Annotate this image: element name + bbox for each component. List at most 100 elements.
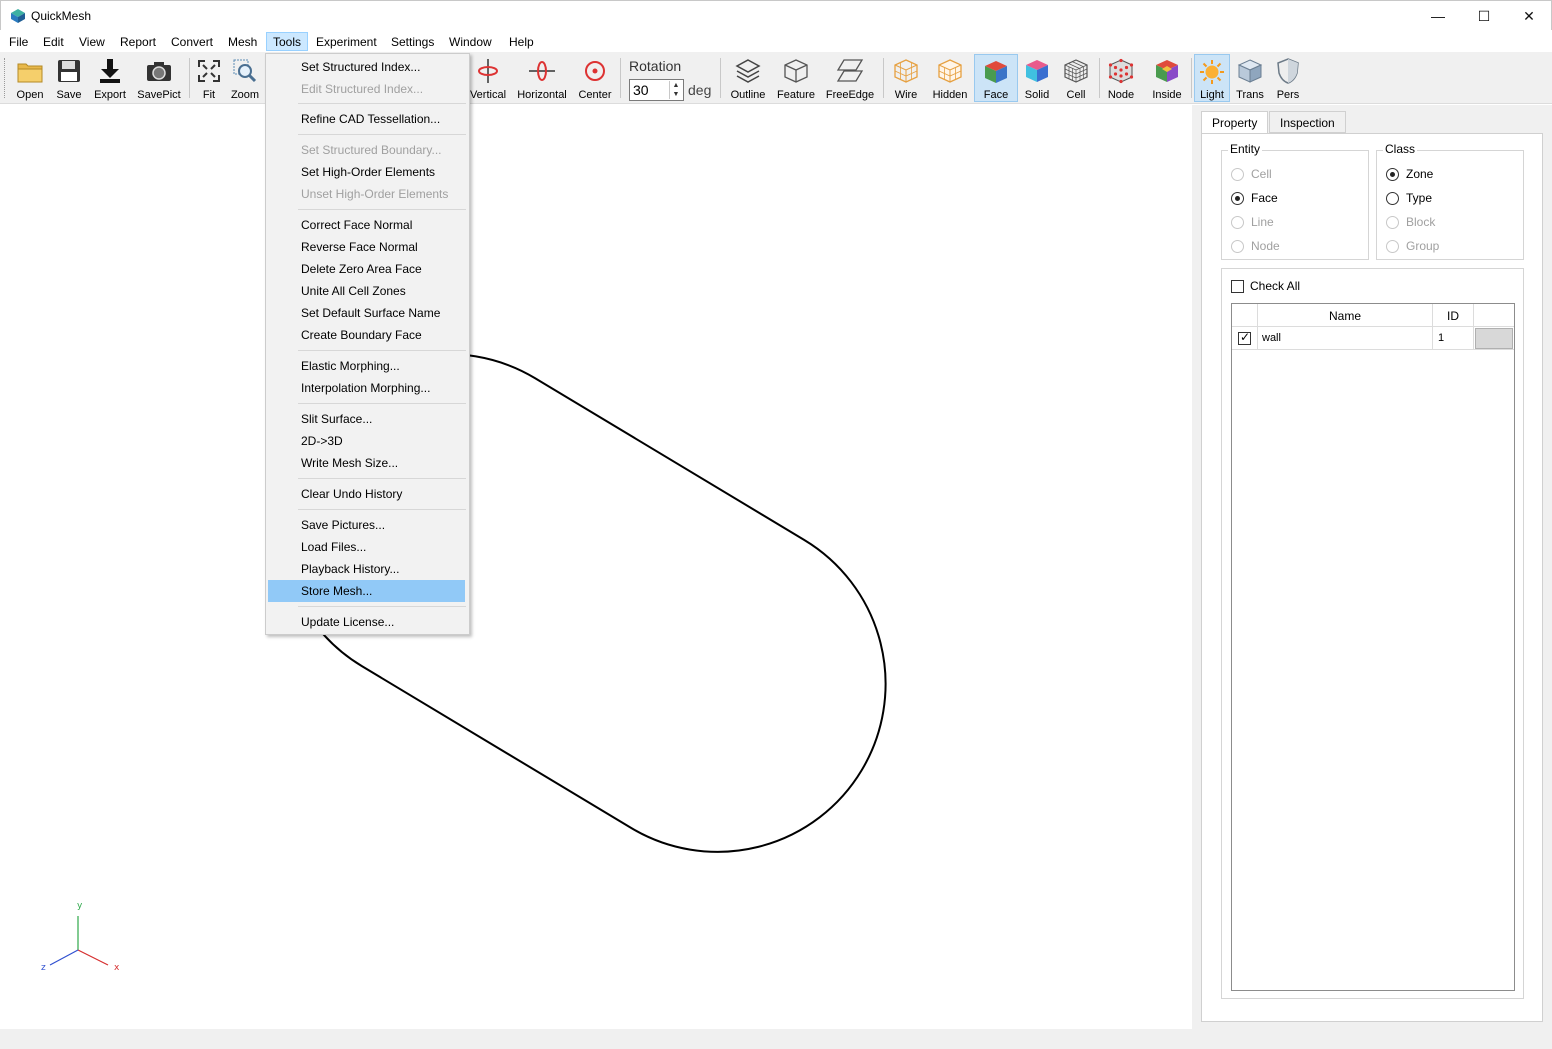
horizontal-button[interactable]: Horizontal — [515, 54, 569, 102]
freeedge-button[interactable]: FreeEdge — [824, 54, 876, 102]
menu-item-update-license[interactable]: Update License... — [268, 611, 465, 633]
menu-item-unite-all-cell-zones[interactable]: Unite All Cell Zones — [268, 280, 465, 302]
node-button[interactable]: Node — [1104, 54, 1138, 102]
entity-node-radio[interactable]: Node — [1231, 239, 1280, 253]
menu-tools[interactable]: Tools — [266, 32, 309, 51]
inside-button[interactable]: Inside — [1148, 54, 1186, 102]
menu-window[interactable]: Window — [443, 33, 498, 52]
col-name[interactable]: Name — [1258, 304, 1433, 327]
menu-item-set-default-surface-name[interactable]: Set Default Surface Name — [268, 302, 465, 324]
menu-convert[interactable]: Convert — [165, 33, 219, 52]
menu-edit[interactable]: Edit — [37, 33, 70, 52]
cell-button[interactable]: Cell — [1060, 54, 1092, 102]
zone-table[interactable]: Name ID wall 1 — [1231, 303, 1515, 991]
property-panel: Property Inspection Entity Cell Face Lin… — [1192, 105, 1552, 1029]
rotation-unit: deg — [688, 82, 712, 98]
menu-item-load-files[interactable]: Load Files... — [268, 536, 465, 558]
menu-file[interactable]: File — [3, 33, 34, 52]
check-all-box[interactable] — [1231, 279, 1244, 293]
menu-item-create-boundary-face[interactable]: Create Boundary Face — [268, 324, 465, 346]
open-button[interactable]: Open — [13, 54, 47, 102]
minimize-button[interactable]: — — [1415, 1, 1461, 31]
save-button[interactable]: Save — [52, 54, 86, 102]
menu-report[interactable]: Report — [114, 33, 162, 52]
row-checkbox[interactable] — [1238, 330, 1251, 345]
menu-experiment[interactable]: Experiment — [310, 33, 383, 52]
menu-item-elastic-morphing[interactable]: Elastic Morphing... — [268, 355, 465, 377]
property-tab-body: Entity Cell Face Line Node Class Zone Ty… — [1201, 133, 1543, 1022]
center-button[interactable]: Center — [576, 54, 614, 102]
export-button[interactable]: Export — [92, 54, 128, 102]
rotation-spinbox[interactable]: 30 ▲ ▼ — [629, 79, 684, 101]
table-row[interactable]: wall 1 — [1232, 327, 1514, 350]
outline-button[interactable]: Outline — [727, 54, 769, 102]
toolbar-grip[interactable] — [4, 58, 7, 98]
folder-icon — [17, 63, 43, 83]
perspective-shield-icon — [1277, 58, 1299, 84]
menu-separator — [298, 606, 466, 607]
table-header: Name ID — [1232, 304, 1514, 327]
menu-item-store-mesh[interactable]: Store Mesh... — [268, 580, 465, 602]
class-group-radio[interactable]: Group — [1386, 239, 1439, 253]
class-block-radio[interactable]: Block — [1386, 215, 1435, 229]
solid-button[interactable]: Solid — [1020, 54, 1054, 102]
menu-mesh[interactable]: Mesh — [222, 33, 263, 52]
trans-button[interactable]: Trans — [1232, 54, 1268, 102]
menu-help[interactable]: Help — [503, 33, 540, 52]
menu-bar: File Edit View Report Convert Mesh Tools… — [0, 30, 1552, 52]
rotation-label: Rotation — [629, 58, 682, 74]
freeedge-label: FreeEdge — [825, 89, 875, 101]
mesh-viewport[interactable]: y x z — [0, 105, 1192, 1029]
menu-item-2d-to-3d[interactable]: 2D->3D — [268, 430, 465, 452]
feature-button[interactable]: Feature — [774, 54, 818, 102]
cell-cube-icon — [1064, 59, 1088, 83]
menu-item-delete-zero-area-face[interactable]: Delete Zero Area Face — [268, 258, 465, 280]
mesh-render[interactable] — [0, 105, 1192, 1029]
entity-line-radio[interactable]: Line — [1231, 215, 1274, 229]
menu-item-correct-face-normal[interactable]: Correct Face Normal — [268, 214, 465, 236]
light-button[interactable]: Light — [1194, 54, 1230, 102]
hidden-button[interactable]: Hidden — [930, 54, 970, 102]
menu-settings[interactable]: Settings — [385, 33, 440, 52]
class-type-radio[interactable]: Type — [1386, 191, 1432, 205]
menu-item-slit-surface[interactable]: Slit Surface... — [268, 408, 465, 430]
check-all-checkbox[interactable]: Check All — [1231, 279, 1300, 293]
menu-separator — [298, 209, 466, 210]
center-label: Center — [578, 89, 612, 101]
fit-button[interactable]: Fit — [194, 54, 224, 102]
horizontal-label: Horizontal — [517, 89, 567, 101]
toolbar-separator — [189, 58, 190, 98]
export-label: Export — [94, 89, 126, 101]
menu-item-save-pictures[interactable]: Save Pictures... — [268, 514, 465, 536]
menu-item-refine-cad-tessellation[interactable]: Refine CAD Tessellation... — [268, 108, 465, 130]
class-zone-radio[interactable]: Zone — [1386, 167, 1433, 181]
tab-inspection[interactable]: Inspection — [1269, 111, 1346, 133]
tools-dropdown-menu: Set Structured Index... Edit Structured … — [265, 53, 470, 635]
menu-item-clear-undo-history[interactable]: Clear Undo History — [268, 483, 465, 505]
menu-item-set-structured-index[interactable]: Set Structured Index... — [268, 56, 465, 78]
savepict-button[interactable]: SavePict — [136, 54, 182, 102]
face-button[interactable]: Face — [974, 54, 1018, 102]
feature-cube-icon — [784, 59, 808, 83]
row-color-swatch[interactable] — [1475, 327, 1513, 349]
axis-triad — [49, 916, 109, 966]
pers-button[interactable]: Pers — [1272, 54, 1304, 102]
tab-property[interactable]: Property — [1201, 111, 1269, 134]
menu-view[interactable]: View — [73, 33, 111, 52]
col-id[interactable]: ID — [1433, 304, 1474, 327]
spin-arrows-icon[interactable]: ▲ ▼ — [669, 81, 682, 99]
menu-separator — [298, 134, 466, 135]
entity-face-radio[interactable]: Face — [1231, 191, 1278, 205]
wire-button[interactable]: Wire — [888, 54, 924, 102]
close-button[interactable]: ✕ — [1506, 1, 1552, 31]
zoom-button[interactable]: Zoom — [229, 54, 261, 102]
vertical-button[interactable]: Vertical — [469, 54, 507, 102]
entity-cell-radio[interactable]: Cell — [1231, 167, 1272, 181]
menu-item-write-mesh-size[interactable]: Write Mesh Size... — [268, 452, 465, 474]
menu-item-playback-history[interactable]: Playback History... — [268, 558, 465, 580]
maximize-button[interactable]: ☐ — [1461, 1, 1507, 31]
axis-z-label: z — [41, 963, 46, 973]
menu-item-reverse-face-normal[interactable]: Reverse Face Normal — [268, 236, 465, 258]
menu-item-set-high-order-elements[interactable]: Set High-Order Elements — [268, 161, 465, 183]
menu-item-interpolation-morphing[interactable]: Interpolation Morphing... — [268, 377, 465, 399]
